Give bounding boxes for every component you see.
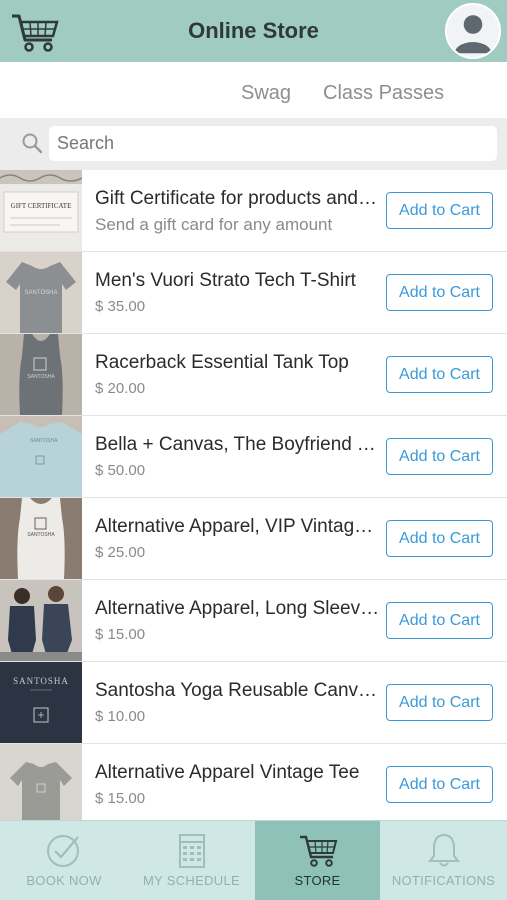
product-name: Alternative Apparel, Long Sleeve Tee xyxy=(95,598,380,619)
product-name: Alternative Apparel Vintage Tee xyxy=(95,762,360,783)
add-to-cart-button[interactable]: Add to Cart xyxy=(386,192,493,229)
svg-text:SANTOSHA: SANTOSHA xyxy=(27,532,55,538)
product-price: $ 50.00 xyxy=(95,462,146,479)
svg-text:SANTOSHA: SANTOSHA xyxy=(25,290,58,296)
product-price: $ 15.00 xyxy=(95,790,146,807)
product-list: GIFT CERTIFICATE Gift Certificate for pr… xyxy=(0,170,507,820)
gift-certificate-text: GIFT CERTIFICATE xyxy=(11,202,72,210)
tab-my-schedule[interactable]: MY SCHEDULE xyxy=(128,821,255,900)
product-row[interactable]: SANTOSHA Alternative Apparel, VIP Vintag… xyxy=(0,498,507,580)
add-to-cart-button[interactable]: Add to Cart xyxy=(386,520,493,557)
product-row[interactable]: Alternative Apparel, Long Sleeve Tee $ 1… xyxy=(0,580,507,662)
product-row[interactable]: GIFT CERTIFICATE Gift Certificate for pr… xyxy=(0,170,507,252)
add-to-cart-button[interactable]: Add to Cart xyxy=(386,602,493,639)
product-price: $ 20.00 xyxy=(95,380,146,397)
search-icon xyxy=(22,133,43,154)
product-image xyxy=(0,580,82,661)
add-to-cart-button[interactable]: Add to Cart xyxy=(386,274,493,311)
product-image: GIFT CERTIFICATE xyxy=(0,170,82,251)
tab-label: NOTIFICATIONS xyxy=(391,873,496,888)
product-name: Santosha Yoga Reusable Canvas Bag xyxy=(95,680,380,701)
product-row[interactable]: SANTOSHA Racerback Essential Tank Top $ … xyxy=(0,334,507,416)
calendar-icon xyxy=(178,834,205,868)
search-bar xyxy=(0,118,507,170)
bell-icon xyxy=(427,833,460,867)
product-name: Gift Certificate for products and servic… xyxy=(95,188,380,209)
product-price: $ 25.00 xyxy=(95,544,146,561)
product-name: Bella + Canvas, The Boyfriend Tee xyxy=(95,434,380,455)
add-to-cart-button[interactable]: Add to Cart xyxy=(386,438,493,475)
add-to-cart-button[interactable]: Add to Cart xyxy=(386,766,493,803)
tab-store[interactable]: STORE xyxy=(255,821,380,900)
product-name: Alternative Apparel, VIP Vintage Tank xyxy=(95,516,380,537)
tab-swag[interactable]: Swag xyxy=(241,82,291,105)
cart-icon xyxy=(299,835,337,867)
product-image: SANTOSHA xyxy=(0,498,82,579)
product-row[interactable]: SANTOSHA Santosha Yoga Reusable Canvas B… xyxy=(0,662,507,744)
product-image: SANTOSHA xyxy=(0,416,82,497)
page-title: Online Store xyxy=(188,18,319,43)
product-name: Racerback Essential Tank Top xyxy=(95,352,349,373)
bag-brand-text: SANTOSHA xyxy=(13,676,69,686)
category-tabs: Swag Class Passes xyxy=(0,62,507,118)
svg-text:SANTOSHA: SANTOSHA xyxy=(30,438,58,444)
check-circle-icon xyxy=(47,835,79,867)
add-to-cart-button[interactable]: Add to Cart xyxy=(386,684,493,721)
svg-text:SANTOSHA: SANTOSHA xyxy=(27,374,55,380)
product-price: $ 10.00 xyxy=(95,708,146,725)
product-description: Send a gift card for any amount xyxy=(95,215,333,234)
tab-label: MY SCHEDULE xyxy=(143,873,240,888)
product-image xyxy=(0,744,82,820)
search-input[interactable] xyxy=(49,126,497,161)
product-price: $ 35.00 xyxy=(95,298,146,315)
product-image: SANTOSHA xyxy=(0,662,82,743)
tab-class-passes[interactable]: Class Passes xyxy=(323,82,444,105)
tab-notifications[interactable]: NOTIFICATIONS xyxy=(380,821,507,900)
product-name: Men's Vuori Strato Tech T-Shirt xyxy=(95,270,356,291)
tab-label: STORE xyxy=(294,873,341,888)
product-row[interactable]: SANTOSHA Bella + Canvas, The Boyfriend T… xyxy=(0,416,507,498)
product-price: $ 15.00 xyxy=(95,626,146,643)
product-image: SANTOSHA xyxy=(0,252,82,333)
user-avatar-icon[interactable] xyxy=(445,3,501,59)
app-header: Online Store xyxy=(0,0,507,62)
product-row[interactable]: Alternative Apparel Vintage Tee $ 15.00 … xyxy=(0,744,507,820)
product-image: SANTOSHA xyxy=(0,334,82,415)
tab-label: BOOK NOW xyxy=(26,873,102,888)
add-to-cart-button[interactable]: Add to Cart xyxy=(386,356,493,393)
tab-book-now[interactable]: BOOK NOW xyxy=(0,821,128,900)
product-row[interactable]: SANTOSHA Men's Vuori Strato Tech T-Shirt… xyxy=(0,252,507,334)
bottom-tab-bar: BOOK NOW MY SCHEDULE STORE NOTIFICATIONS xyxy=(0,820,507,900)
